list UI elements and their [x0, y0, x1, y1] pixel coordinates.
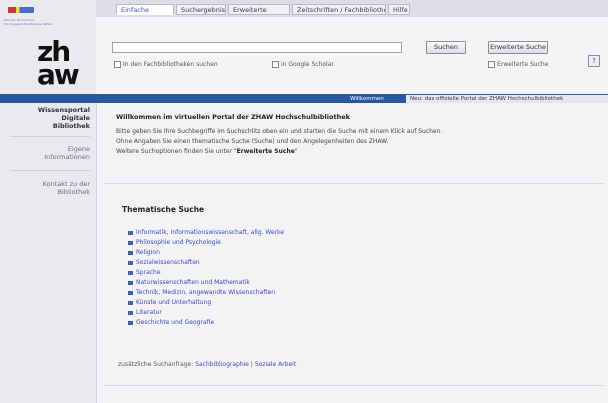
main-content: Willkommen im virtuellen Portal der ZHAW… — [104, 105, 604, 403]
page: Zürcher Hochschule für Angewandte Wissen… — [0, 0, 608, 403]
subtab-willkommen[interactable]: Willkommen — [346, 95, 406, 103]
language-flags[interactable] — [8, 7, 34, 13]
category-label: Literatur — [136, 309, 162, 316]
tab-hilfe[interactable]: Hilfe — [388, 4, 410, 15]
search-input[interactable] — [112, 42, 402, 53]
category-label: Künste und Unterhaltung — [136, 299, 212, 306]
nav-item-contact-line1[interactable]: Kontakt zu der — [4, 180, 90, 188]
extra-link-sachbibliographie[interactable]: Sachbibliographie — [195, 361, 249, 368]
intro-line3-prefix: Weitere Suchoptionen finden Sie unter " — [116, 148, 237, 155]
divider — [104, 385, 604, 386]
option-google-scholar-label: in Google Scholar — [281, 61, 334, 68]
category-label: Sprache — [136, 269, 161, 276]
category-link[interactable]: Philosophie und Psychologie — [128, 239, 221, 247]
category-link[interactable]: Geschichte und Geografie — [128, 319, 214, 327]
option-fachbibliotheken[interactable]: In den Fachbibliotheken suchen — [114, 61, 218, 69]
category-label: Technik, Medizin, angewandte Wissenschaf… — [136, 289, 276, 296]
top-tab-bar: Einfache Suche Suchergebnis Erweiterte S… — [96, 0, 608, 25]
option-fachbibliotheken-label: In den Fachbibliotheken suchen — [123, 61, 218, 68]
category-link[interactable]: Sprache — [128, 269, 161, 277]
subtab-portal-info[interactable]: Neu: das offizielle Portal der ZHAW Hoch… — [406, 95, 608, 103]
category-link[interactable]: Religion — [128, 249, 160, 257]
category-link[interactable]: Naturwissenschaften und Mathematik — [128, 279, 250, 287]
thematic-search-title: Thematische Suche — [122, 205, 205, 214]
bullet-icon — [128, 320, 133, 325]
checkbox-icon[interactable] — [114, 61, 121, 68]
bullet-icon — [128, 310, 133, 315]
nav-item-contact-line2[interactable]: Bibliothek — [4, 188, 90, 196]
category-label: Sozialwissenschaften — [136, 259, 200, 266]
nav-divider — [10, 136, 90, 137]
option-google-scholar[interactable]: in Google Scholar — [272, 61, 334, 69]
help-icon[interactable]: ? — [588, 55, 600, 67]
intro-line2: Ohne Angaben Sie einen thematische Suche… — [116, 138, 389, 145]
welcome-title: Willkommen im virtuellen Portal der ZHAW… — [116, 113, 350, 121]
intro-line3: Weitere Suchoptionen finden Sie unter "E… — [116, 147, 596, 156]
tab-erweiterte-suche[interactable]: Erweiterte Suche — [228, 4, 290, 25]
intro-line1: Bitte geben Sie Ihre Suchbegriffe im Suc… — [116, 128, 443, 135]
search-area: Suchen Erweiterte Suche In den Fachbibli… — [96, 17, 608, 94]
bullet-icon — [128, 230, 133, 235]
bullet-icon — [128, 290, 133, 295]
category-label: Informatik, Informationswissenschaft, al… — [136, 229, 285, 236]
logo-bottom: aw — [37, 58, 80, 91]
category-link[interactable]: Literatur — [128, 309, 162, 317]
extra-separator: | — [250, 361, 253, 368]
extra-search-line: zusätzliche Suchanfrage: Sachbibliograph… — [118, 361, 296, 368]
bullet-icon — [128, 260, 133, 265]
bullet-icon — [128, 250, 133, 255]
bullet-icon — [128, 300, 133, 305]
option-erweiterte-suche[interactable]: Erweiterte Suche — [488, 61, 548, 69]
bullet-icon — [128, 240, 133, 245]
category-label: Naturwissenschaften und Mathematik — [136, 279, 250, 286]
extended-search-button[interactable]: Erweiterte Suche — [488, 41, 548, 54]
nav-item-portal-line3[interactable]: Bibliothek — [4, 122, 90, 130]
zhaw-logo[interactable]: zh aw — [37, 38, 80, 92]
tab-zeitschriften[interactable]: Zeitschriften / Fachbibliothek — [292, 4, 386, 15]
extra-search-prefix: zusätzliche Suchanfrage: — [118, 361, 194, 368]
category-label: Philosophie und Psychologie — [136, 239, 221, 246]
category-link[interactable]: Künste und Unterhaltung — [128, 299, 211, 307]
nav-divider — [10, 170, 90, 171]
extra-link-soziale-arbeit[interactable]: Soziale Arbeit — [255, 361, 296, 368]
checkbox-icon[interactable] — [272, 61, 279, 68]
intro-line3-link[interactable]: Erweiterte Suche — [237, 148, 295, 155]
intro-line3-suffix: " — [294, 148, 298, 155]
left-column: Zürcher Hochschule für Angewandte Wissen… — [0, 0, 97, 403]
left-blue-bar — [0, 94, 96, 103]
nav-item-info-line2[interactable]: Informationen — [4, 153, 90, 161]
category-label: Religion — [136, 249, 160, 256]
category-link[interactable]: Sozialwissenschaften — [128, 259, 200, 267]
bullet-icon — [128, 270, 133, 275]
tab-einfache-suche[interactable]: Einfache Suche — [116, 4, 174, 25]
university-name-line2: für Angewandte Wissenschaften — [4, 22, 53, 26]
nav-item-info-line1[interactable]: Eigene — [4, 145, 90, 153]
nav-item-portal-line2[interactable]: Digitale — [4, 114, 90, 122]
checkbox-icon[interactable] — [488, 61, 495, 68]
tab-suchergebnis[interactable]: Suchergebnis — [176, 4, 226, 15]
bullet-icon — [128, 280, 133, 285]
nav-item-portal-line1[interactable]: Wissensportal — [4, 106, 90, 114]
divider — [104, 183, 604, 184]
blue-nav-bar: Willkommen Neu: das offizielle Portal de… — [96, 94, 608, 103]
category-link[interactable]: Technik, Medizin, angewandte Wissenschaf… — [128, 289, 275, 297]
category-label: Geschichte und Geografie — [136, 319, 215, 326]
option-erweiterte-suche-label: Erweiterte Suche — [497, 61, 549, 68]
category-link[interactable]: Informatik, Informationswissenschaft, al… — [128, 229, 284, 237]
search-button[interactable]: Suchen — [426, 41, 466, 54]
